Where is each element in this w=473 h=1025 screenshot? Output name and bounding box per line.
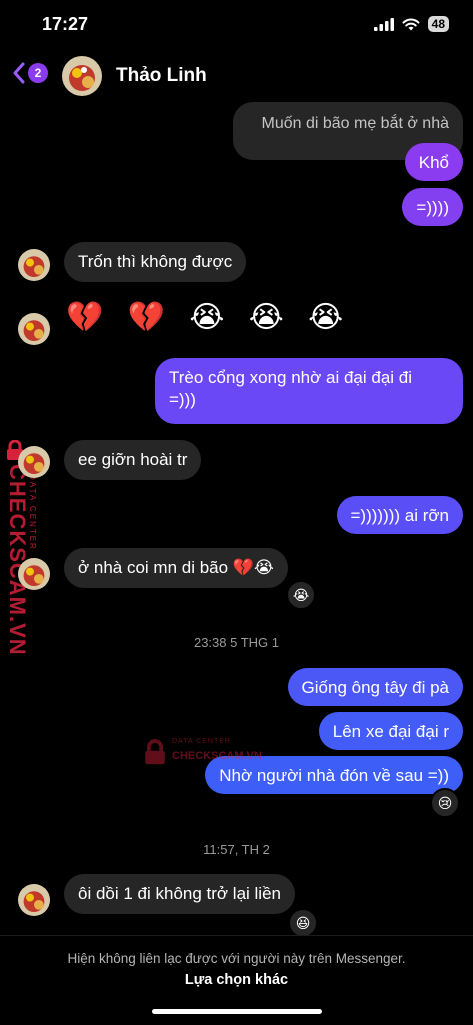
message-text-line: Trèo cổng xong nhờ ai đại đại đi <box>169 368 413 387</box>
wifi-icon <box>402 18 420 30</box>
contact-name[interactable]: Thảo Linh <box>116 65 207 87</box>
message-incoming[interactable]: ôi dồi 1 đi không trở lại liền <box>64 874 295 914</box>
timestamp: 23:38 5 THG 1 <box>193 635 280 650</box>
avatar-image <box>18 249 50 281</box>
lock-icon <box>145 739 165 765</box>
message-text-line: =))) <box>169 390 196 409</box>
message-text: Khổ <box>418 153 449 172</box>
reaction-badge[interactable]: 😭 <box>286 580 316 610</box>
battery-icon: 48 <box>427 16 449 32</box>
reaction-badge[interactable]: 😆 <box>288 908 318 938</box>
sender-avatar[interactable] <box>18 558 50 590</box>
message-text: ee giỡn hoài tr <box>78 450 188 469</box>
watermark-tagline: DATA CENTER <box>172 738 231 745</box>
status-bar: 17:27 48 <box>0 0 473 48</box>
back-chevron-icon <box>13 62 25 84</box>
unavailable-notice: Hiện không liên lạc được với người này t… <box>67 951 406 966</box>
sender-avatar[interactable] <box>18 446 50 478</box>
sender-avatar[interactable] <box>18 884 50 916</box>
emoji-message[interactable]: 💔 💔 😭 😭 😭 <box>66 300 351 335</box>
watermark-tagline: DATA CENTER <box>28 474 37 551</box>
watermark-brand: CHECKSCAM.VN <box>172 750 262 762</box>
watermark-center: DATA CENTER CHECKSCAM.VN <box>140 734 290 774</box>
message-incoming[interactable]: ee giỡn hoài tr <box>64 440 202 480</box>
sender-avatar[interactable] <box>18 313 50 345</box>
contact-avatar[interactable] <box>62 56 102 96</box>
message-text: Trốn thì không được <box>78 252 233 271</box>
message-outgoing[interactable]: =))))))) ai rỡn <box>336 496 463 534</box>
message-outgoing[interactable]: Trèo cổng xong nhờ ai đại đại đi =))) <box>155 358 463 424</box>
avatar-image <box>18 558 50 590</box>
avatar-image <box>18 884 50 916</box>
composer-disabled-footer: Hiện không liên lạc được với người này t… <box>0 935 473 1025</box>
message-text: ở nhà coi mn di bão 💔😭 <box>78 558 274 577</box>
avatar-image <box>62 56 102 96</box>
clock: 17:27 <box>42 14 89 34</box>
message-outgoing[interactable]: Lên xe đại đại r <box>318 712 463 750</box>
system-icons: 48 <box>373 16 449 32</box>
conversation-header: 2 Thảo Linh <box>0 52 473 100</box>
message-incoming[interactable]: Trốn thì không được <box>64 242 247 282</box>
message-text: =)))) <box>416 198 449 217</box>
message-text: Muốn di bão mẹ bắt ở nhà <box>261 115 450 132</box>
message-text: ôi dồi 1 đi không trở lại liền <box>78 884 281 903</box>
message-outgoing[interactable]: =)))) <box>402 188 463 226</box>
message-text: Lên xe đại đại r <box>332 722 449 741</box>
message-text: =))))))) ai rỡn <box>350 506 450 525</box>
avatar-image <box>18 313 50 345</box>
home-indicator <box>152 1009 322 1014</box>
message-outgoing[interactable]: Giống ông tây đi pà <box>287 668 463 706</box>
avatar-image <box>18 446 50 478</box>
back-button[interactable]: 2 <box>12 62 48 84</box>
other-options-button[interactable]: Lựa chọn khác <box>0 972 473 988</box>
reaction-badge[interactable]: 😢 <box>430 788 460 818</box>
timestamp: 11:57, TH 2 <box>203 842 270 857</box>
message-incoming[interactable]: ở nhà coi mn di bão 💔😭 <box>64 548 288 588</box>
sender-avatar[interactable] <box>18 249 50 281</box>
message-text: Giống ông tây đi pà <box>301 678 449 697</box>
signal-icon <box>373 17 394 31</box>
message-outgoing[interactable]: Khổ <box>404 143 463 181</box>
unread-badge: 2 <box>28 63 48 83</box>
